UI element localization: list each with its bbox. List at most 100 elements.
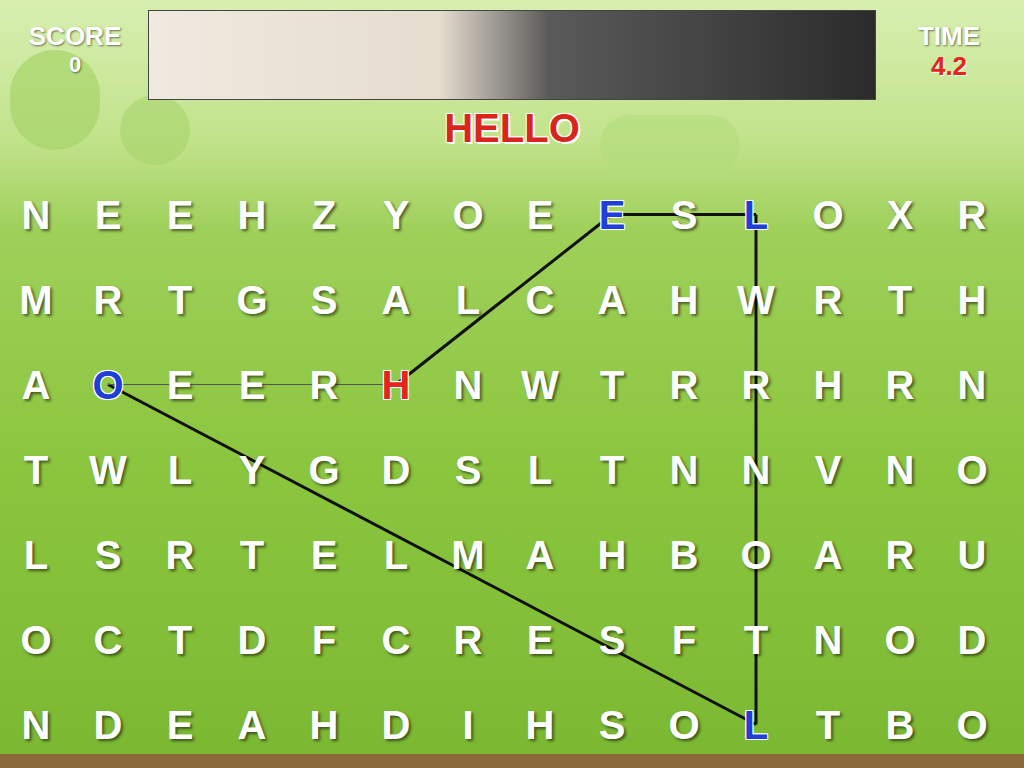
letter-cell[interactable]: T: [144, 257, 216, 342]
letter-cell[interactable]: H: [288, 682, 360, 767]
letter-cell[interactable]: R: [648, 342, 720, 427]
letter-cell[interactable]: R: [864, 342, 936, 427]
letter-cell[interactable]: N: [432, 342, 504, 427]
letter-cell[interactable]: E: [504, 172, 576, 257]
letter-cell[interactable]: S: [648, 172, 720, 257]
letter-cell[interactable]: S: [72, 512, 144, 597]
letter-cell[interactable]: X: [864, 172, 936, 257]
letter-cell[interactable]: N: [864, 427, 936, 512]
letter-cell[interactable]: N: [720, 427, 792, 512]
letter-cell[interactable]: F: [648, 597, 720, 682]
letter-cell[interactable]: L: [360, 512, 432, 597]
letter-cell[interactable]: B: [648, 512, 720, 597]
letter-cell[interactable]: L: [504, 427, 576, 512]
letter-cell[interactable]: I: [432, 682, 504, 767]
letter-cell[interactable]: T: [576, 427, 648, 512]
letter-cell[interactable]: S: [288, 257, 360, 342]
letter-cell[interactable]: N: [792, 597, 864, 682]
letter-cell[interactable]: U: [936, 512, 1008, 597]
letter-cell[interactable]: G: [288, 427, 360, 512]
letter-cell[interactable]: R: [936, 172, 1008, 257]
letter-cell[interactable]: C: [360, 597, 432, 682]
letter-cell[interactable]: O: [720, 512, 792, 597]
letter-cell[interactable]: Z: [288, 172, 360, 257]
letter-cell[interactable]: A: [576, 257, 648, 342]
letter-cell[interactable]: E: [144, 342, 216, 427]
letter-cell[interactable]: W: [504, 342, 576, 427]
letter-cell[interactable]: N: [0, 682, 72, 767]
letter-cell[interactable]: M: [432, 512, 504, 597]
letter-cell[interactable]: T: [576, 342, 648, 427]
letter-cell[interactable]: C: [72, 597, 144, 682]
letter-cell[interactable]: M: [0, 257, 72, 342]
letter-cell[interactable]: L: [720, 172, 792, 257]
letter-cell[interactable]: N: [936, 342, 1008, 427]
letter-cell[interactable]: O: [72, 342, 144, 427]
letter-cell[interactable]: D: [360, 682, 432, 767]
letter-cell[interactable]: O: [936, 427, 1008, 512]
letter-cell[interactable]: W: [720, 257, 792, 342]
letter-cell[interactable]: S: [432, 427, 504, 512]
letter-cell[interactable]: A: [360, 257, 432, 342]
letter-cell[interactable]: F: [288, 597, 360, 682]
letter-cell[interactable]: O: [648, 682, 720, 767]
letter-cell[interactable]: O: [792, 172, 864, 257]
advertisement-banner[interactable]: [148, 10, 876, 100]
letter-cell[interactable]: R: [432, 597, 504, 682]
letter-cell[interactable]: T: [720, 597, 792, 682]
letter-cell[interactable]: B: [864, 682, 936, 767]
letter-cell[interactable]: R: [288, 342, 360, 427]
letter-cell[interactable]: A: [0, 342, 72, 427]
letter-cell[interactable]: Y: [360, 172, 432, 257]
letter-cell[interactable]: T: [792, 682, 864, 767]
letter-cell[interactable]: E: [144, 682, 216, 767]
letter-cell[interactable]: H: [504, 682, 576, 767]
letter-cell[interactable]: R: [720, 342, 792, 427]
letter-cell[interactable]: E: [576, 172, 648, 257]
letter-cell[interactable]: H: [936, 257, 1008, 342]
letter-cell[interactable]: H: [648, 257, 720, 342]
letter-cell[interactable]: H: [792, 342, 864, 427]
letter-cell[interactable]: A: [216, 682, 288, 767]
letter-cell[interactable]: R: [864, 512, 936, 597]
letter-cell[interactable]: T: [144, 597, 216, 682]
letter-cell[interactable]: G: [216, 257, 288, 342]
letter-cell[interactable]: E: [288, 512, 360, 597]
letter-cell[interactable]: O: [864, 597, 936, 682]
letter-cell[interactable]: S: [576, 597, 648, 682]
letter-cell[interactable]: L: [720, 682, 792, 767]
letter-cell[interactable]: O: [936, 682, 1008, 767]
letter-cell[interactable]: R: [72, 257, 144, 342]
letter-cell[interactable]: E: [144, 172, 216, 257]
letter-cell[interactable]: A: [504, 512, 576, 597]
letter-cell[interactable]: Y: [216, 427, 288, 512]
letter-cell[interactable]: T: [216, 512, 288, 597]
letter-cell[interactable]: S: [576, 682, 648, 767]
letter-cell[interactable]: L: [0, 512, 72, 597]
letter-cell[interactable]: L: [432, 257, 504, 342]
letter-grid[interactable]: NEEHZYOEESLOXRMRTGSALCAHWRTHAOEERHNWTRRH…: [0, 172, 1008, 768]
letter-cell[interactable]: T: [864, 257, 936, 342]
letter-cell[interactable]: C: [504, 257, 576, 342]
letter-cell[interactable]: E: [504, 597, 576, 682]
letter-cell[interactable]: R: [792, 257, 864, 342]
letter-cell[interactable]: N: [0, 172, 72, 257]
letter-cell[interactable]: O: [432, 172, 504, 257]
letter-cell[interactable]: E: [216, 342, 288, 427]
letter-cell[interactable]: T: [0, 427, 72, 512]
letter-cell[interactable]: E: [72, 172, 144, 257]
letter-cell[interactable]: H: [216, 172, 288, 257]
letter-cell[interactable]: H: [576, 512, 648, 597]
letter-cell[interactable]: N: [648, 427, 720, 512]
letter-cell[interactable]: D: [360, 427, 432, 512]
letter-cell[interactable]: R: [144, 512, 216, 597]
letter-cell[interactable]: A: [792, 512, 864, 597]
letter-cell[interactable]: L: [144, 427, 216, 512]
letter-cell[interactable]: H: [360, 342, 432, 427]
letter-cell[interactable]: D: [72, 682, 144, 767]
letter-cell[interactable]: D: [936, 597, 1008, 682]
letter-cell[interactable]: D: [216, 597, 288, 682]
letter-cell[interactable]: W: [72, 427, 144, 512]
letter-cell[interactable]: V: [792, 427, 864, 512]
letter-cell[interactable]: O: [0, 597, 72, 682]
